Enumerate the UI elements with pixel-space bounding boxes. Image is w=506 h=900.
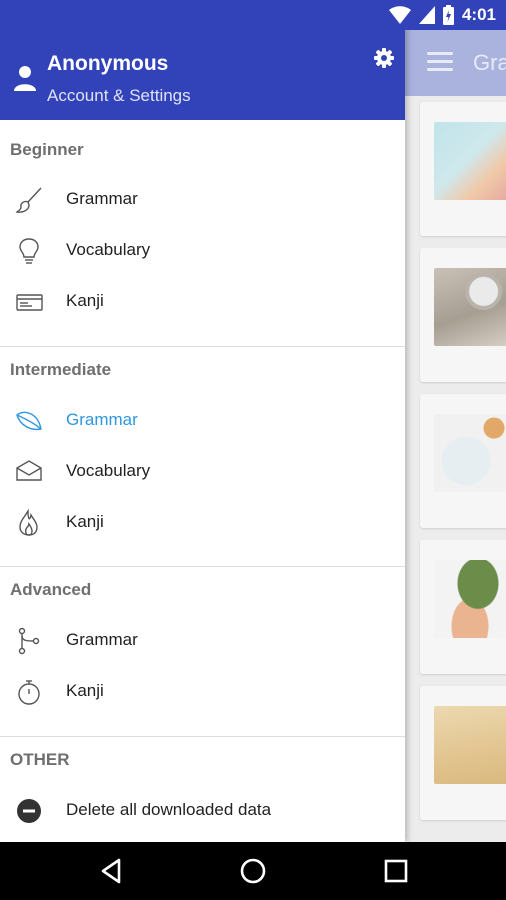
system-navigation-bar [0,842,506,900]
envelope-icon [16,460,42,481]
status-bar: 4:01 [0,0,506,30]
home-icon[interactable] [238,856,268,886]
wifi-icon [388,6,411,24]
nav-item-delete-data[interactable]: Delete all downloaded data [0,786,405,836]
nav-label: Kanji [66,512,104,531]
flame-icon [19,509,38,536]
nav-item-intermediate-vocabulary[interactable]: Vocabulary [0,447,405,497]
section-header-advanced: Advanced [10,580,92,599]
nav-item-advanced-grammar[interactable]: Grammar [0,616,405,666]
app-toolbar: Gra [405,30,506,96]
drawer-header[interactable]: Anonymous Account & Settings [0,30,405,120]
nav-label: Vocabulary [66,461,151,480]
stopwatch-icon [18,680,40,705]
lesson-thumbnail [434,706,506,784]
nav-label: Vocabulary [66,240,151,259]
divider [0,566,405,567]
nav-item-intermediate-grammar[interactable]: Grammar [0,396,405,446]
section-header-intermediate: Intermediate [10,360,112,379]
lesson-card[interactable] [420,686,506,820]
screen: Gra Anonymous Account & Settings Beginne… [0,0,506,900]
nav-label: Kanji [66,681,104,700]
account-settings-link[interactable]: Account & Settings [47,86,191,106]
nav-item-advanced-kanji[interactable]: Kanji [0,667,405,717]
nav-item-beginner-grammar[interactable]: Grammar [0,175,405,225]
lesson-thumbnail [434,122,506,200]
signal-icon [418,6,435,24]
clock: 4:01 [461,5,496,24]
gear-icon[interactable] [374,48,394,68]
nav-label: Delete all downloaded data [66,800,272,819]
brush-icon [15,187,42,213]
section-header-other: OTHER [10,750,70,769]
nav-label: Kanji [66,291,104,310]
divider [0,736,405,737]
lesson-thumbnail [434,414,506,492]
nav-label: Grammar [66,189,138,208]
lesson-card[interactable] [420,540,506,674]
lesson-card[interactable] [420,248,506,382]
branch-icon [18,627,40,655]
battery-icon [442,5,454,25]
lesson-thumbnail [434,560,506,638]
divider [0,346,405,347]
nav-label: Grammar [66,630,138,649]
lesson-card[interactable] [420,102,506,236]
nav-item-beginner-kanji[interactable]: Kanji [0,277,405,327]
nav-item-intermediate-kanji[interactable]: Kanji [0,498,405,548]
nav-item-beginner-vocabulary[interactable]: Vocabulary [0,226,405,276]
navigation-drawer: Anonymous Account & Settings Beginner Gr… [0,0,405,842]
back-icon[interactable] [97,856,127,886]
card-icon [16,294,43,311]
lesson-thumbnail [434,268,506,346]
recents-icon[interactable] [381,856,411,886]
leaf-icon [16,411,42,431]
lightbulb-icon [19,238,39,264]
lesson-list [405,96,506,842]
menu-icon[interactable] [427,52,453,72]
minus-circle-icon [17,799,41,823]
user-name: Anonymous [47,52,169,75]
person-icon [14,66,36,91]
lesson-card[interactable] [420,394,506,528]
section-header-beginner: Beginner [10,140,84,159]
app-title: Gra [473,50,506,75]
nav-label: Grammar [66,410,138,429]
